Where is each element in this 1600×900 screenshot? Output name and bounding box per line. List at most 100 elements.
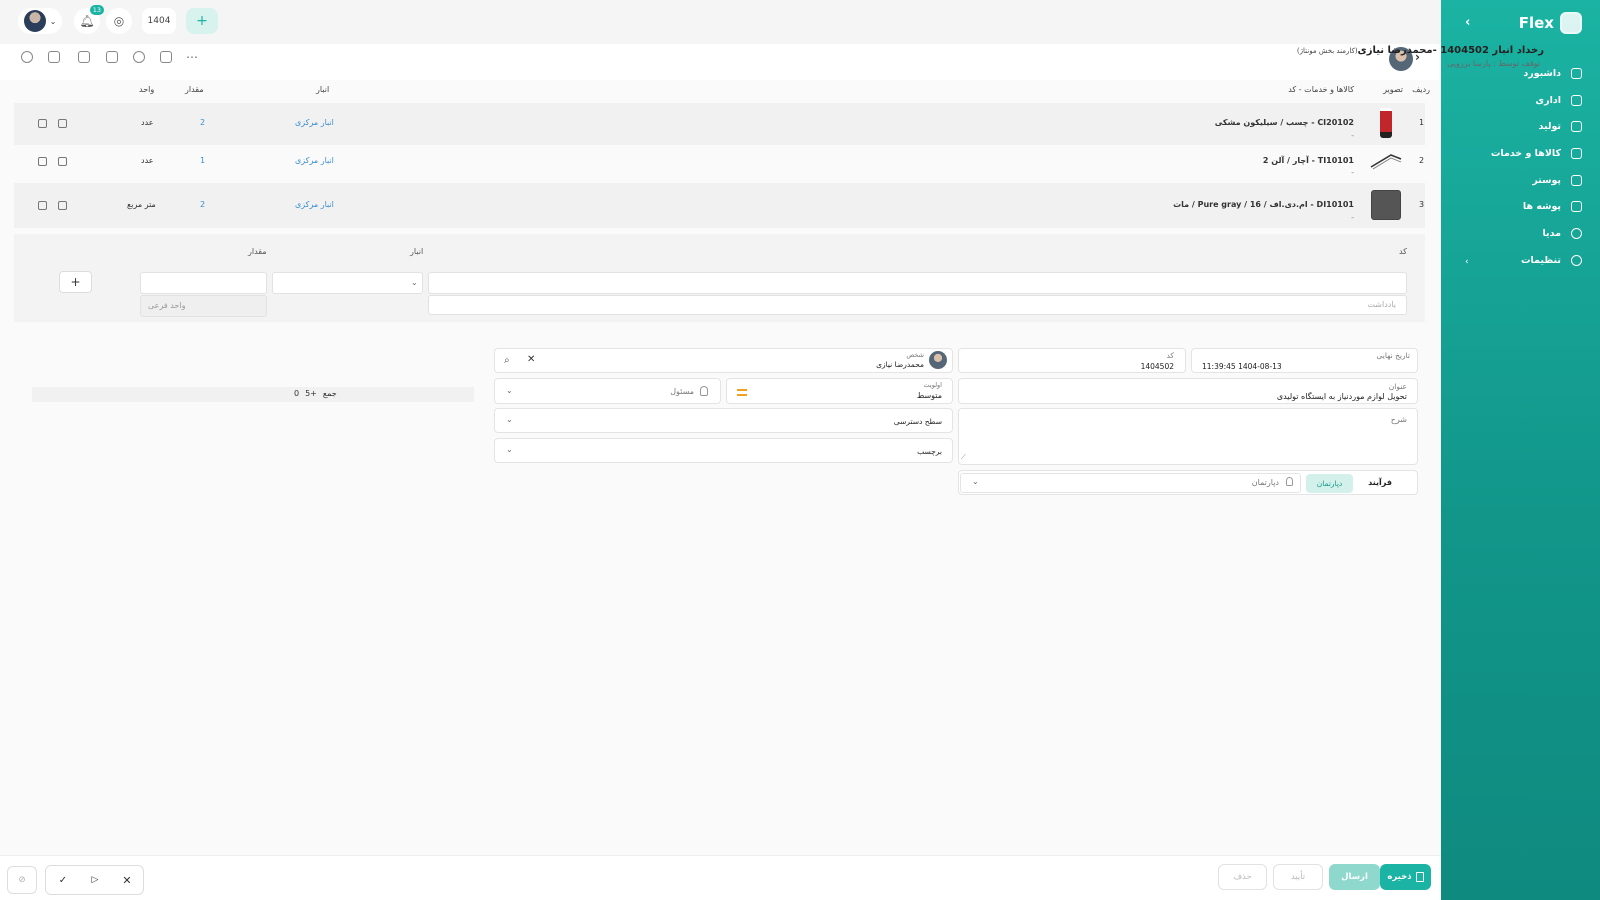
edit-icon[interactable] (58, 119, 67, 128)
sidebar-item-media[interactable]: مدیا (1542, 228, 1582, 239)
sidebar-item-label: پوستر (1532, 175, 1561, 186)
code-label: کد (1398, 247, 1407, 256)
sidebar-item-office[interactable]: اداری (1535, 95, 1582, 106)
sub-unit-input[interactable]: واحد فرعی (140, 295, 267, 317)
delete-icon[interactable] (38, 119, 47, 128)
save-button[interactable]: ذخیره (1380, 864, 1431, 890)
priority-medium-icon (737, 389, 747, 396)
sidebar-item-settings[interactable]: تنظیمات (1521, 255, 1582, 266)
person-field[interactable]: ⌕ ✕ شخص محمدرضا نیازی (494, 348, 953, 373)
row-index: 1 (1419, 118, 1425, 127)
add-item-button[interactable]: + (59, 271, 92, 293)
product-thumbnail (1371, 190, 1401, 220)
more-icon[interactable]: ⋯ (186, 50, 198, 64)
title-field[interactable]: عنوان تحویل لوازم موردنیاز به ایستگاه تو… (958, 378, 1418, 404)
support-icon[interactable] (21, 51, 33, 63)
calculator-icon[interactable] (160, 51, 172, 63)
code-field[interactable]: کد 1404502 (958, 348, 1186, 373)
support-button[interactable]: ◎ (106, 8, 132, 34)
sidebar-item-label: کالاها و خدمات (1490, 148, 1561, 159)
sidebar-item-label: مدیا (1542, 228, 1561, 239)
remove-button[interactable]: حذف (1218, 864, 1267, 890)
sidebar-item-dashboard[interactable]: داشبورد (1523, 68, 1582, 79)
settings-expand-icon[interactable]: ‹ (1465, 257, 1469, 267)
summary-row (32, 387, 474, 402)
page-subtitle: توقف توسط : پارسا برزویی (1447, 59, 1540, 68)
image-icon (1571, 175, 1582, 186)
product-note: - (1351, 168, 1354, 177)
product-thumbnail (1370, 154, 1402, 170)
print-icon[interactable] (48, 51, 60, 63)
person-label: شخص (906, 351, 924, 359)
sidebar-item-poster[interactable]: پوستر (1532, 175, 1582, 186)
code-input[interactable] (428, 272, 1407, 294)
copy-icon[interactable] (106, 51, 118, 63)
description-field[interactable]: شرح ⟋ (958, 408, 1418, 465)
row-unit: متر مربع (127, 200, 156, 209)
table-row[interactable] (14, 145, 1425, 178)
sidebar-item-production[interactable]: تولید (1539, 121, 1582, 132)
sidebar-item-goods[interactable]: کالاها و خدمات (1491, 148, 1582, 159)
department-tab[interactable]: دپارتمان (1306, 474, 1353, 493)
link-icon[interactable] (133, 51, 145, 63)
year-selector[interactable]: 1404 (142, 8, 176, 34)
title-field-value: تحویل لوازم موردنیاز به ایستگاه تولیدی (1276, 392, 1407, 401)
product-note: - (1351, 213, 1354, 222)
add-button[interactable]: + (186, 8, 218, 34)
send-button[interactable]: ارسال (1329, 864, 1380, 890)
sub-unit-placeholder: واحد فرعی (148, 301, 186, 310)
sidebar-item-folders[interactable]: پوشه ها (1523, 201, 1582, 212)
responsible-field[interactable]: ⌄ مسئول (494, 378, 721, 404)
tag-select[interactable]: ⌄ برچسب (494, 438, 953, 463)
row-unit: عدد (141, 118, 154, 127)
bookmark-icon (1415, 872, 1424, 882)
close-icon[interactable]: ✕ (117, 867, 137, 893)
sum-count: 5+ (305, 389, 317, 398)
priority-field[interactable]: اولویت متوسط (726, 378, 953, 404)
note-input[interactable]: یادداشت (428, 295, 1407, 315)
warehouse-link[interactable]: انبار مرکزی (295, 118, 334, 127)
chevron-down-icon: ⌄ (506, 445, 513, 454)
warehouse-select[interactable]: ⌄ (272, 272, 423, 294)
access-level-label: سطح دسترسی (893, 417, 942, 426)
delete-icon[interactable] (38, 201, 47, 210)
clear-icon[interactable]: ✕ (527, 354, 535, 365)
warehouse-link[interactable]: انبار مرکزی (295, 156, 334, 165)
edit-icon[interactable] (58, 157, 67, 166)
resize-handle-icon[interactable]: ⟋ (961, 453, 966, 462)
title-text: رخداد انبار 1404502 -محمدرضا نیازی (1357, 45, 1544, 56)
quantity-input[interactable] (140, 272, 267, 294)
avatar (23, 10, 46, 32)
code-field-value: 1404502 (1140, 362, 1174, 371)
person-avatar (929, 351, 947, 369)
hide-icon[interactable]: ⊘ (7, 866, 37, 894)
notifications-button[interactable]: 🔔︎ 13 (74, 5, 104, 34)
sidebar-item-label: تنظیمات (1520, 255, 1561, 266)
user-menu[interactable]: ⌄ (18, 8, 62, 34)
collapse-sidebar-icon[interactable]: ‹ (1465, 15, 1470, 30)
search-icon[interactable]: ⌕ (504, 355, 510, 366)
process-field: فرآیند دپارتمان ⌄ دپارتمان (958, 470, 1418, 495)
responsible-placeholder: مسئول (670, 387, 694, 396)
final-date-field[interactable]: تاریخ نهایی 1404-08-13 11:39:45 (1191, 348, 1418, 373)
archive-icon[interactable] (78, 51, 90, 63)
tag-label: برچسب (917, 447, 942, 456)
approve-button[interactable]: تأیید (1273, 864, 1323, 890)
table-row[interactable] (14, 103, 1425, 145)
chevron-down-icon: ⌄ (506, 386, 513, 395)
description-label: شرح (1390, 415, 1407, 424)
access-level-select[interactable]: ⌄ سطح دسترسی (494, 408, 953, 433)
row-index: 3 (1419, 200, 1425, 209)
edit-icon[interactable] (58, 201, 67, 210)
chevron-down-icon: ⌄ (49, 16, 57, 26)
delete-icon[interactable] (38, 157, 47, 166)
box-icon (1571, 148, 1582, 159)
department-select[interactable] (960, 473, 1301, 493)
check-icon[interactable]: ✓ (53, 867, 73, 893)
play-icon[interactable]: ▷ (85, 867, 105, 893)
warehouse-link[interactable]: انبار مرکزی (295, 200, 334, 209)
gear-icon (1571, 255, 1582, 266)
home-icon (1571, 68, 1582, 79)
user-icon (700, 386, 708, 396)
headset-icon: ◎ (113, 14, 125, 28)
